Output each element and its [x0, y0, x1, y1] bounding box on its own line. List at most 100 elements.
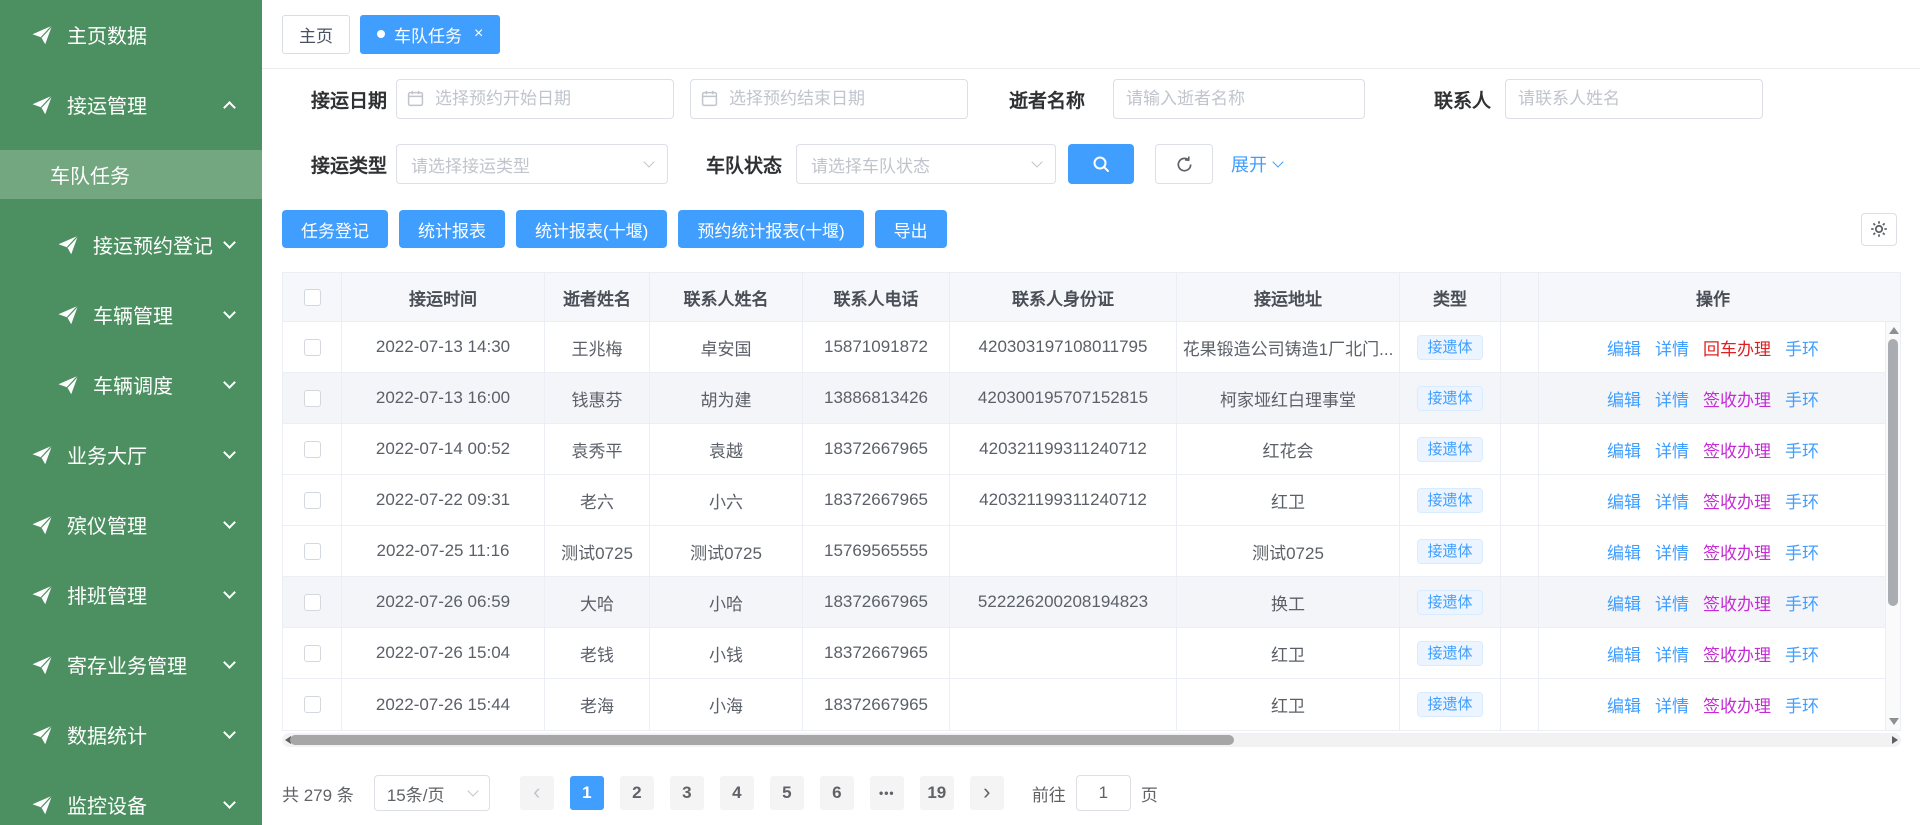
detail-link[interactable]: 详情: [1655, 386, 1689, 411]
toolbar-button[interactable]: 任务登记: [282, 210, 388, 248]
sidebar-item[interactable]: 排班管理: [0, 570, 262, 619]
toolbar-button[interactable]: 统计报表: [399, 210, 505, 248]
sidebar-item[interactable]: 主页数据: [0, 10, 262, 59]
detail-link[interactable]: 详情: [1655, 692, 1689, 717]
page-button[interactable]: 4: [720, 776, 754, 810]
sidebar-item[interactable]: 监控设备: [0, 780, 262, 825]
row-checkbox[interactable]: [304, 696, 321, 713]
edit-link[interactable]: 编辑: [1607, 335, 1641, 360]
row-checkbox[interactable]: [304, 594, 321, 611]
row-checkbox[interactable]: [304, 645, 321, 662]
detail-link[interactable]: 详情: [1655, 590, 1689, 615]
cell-pickup-time: 2022-07-26 15:44: [342, 679, 545, 730]
tab-home[interactable]: 主页: [282, 15, 350, 54]
process-link[interactable]: 签收办理: [1703, 692, 1771, 717]
cell-pickup-address: 红卫: [1177, 628, 1400, 678]
wristband-link[interactable]: 手环: [1785, 590, 1819, 615]
page-button[interactable]: 3: [670, 776, 704, 810]
page-button[interactable]: 2: [620, 776, 654, 810]
page-button[interactable]: ›: [970, 776, 1004, 810]
horizontal-scrollbar-thumb[interactable]: [290, 735, 1234, 745]
contact-name-input[interactable]: [1505, 79, 1763, 119]
cell-pickup-time: 2022-07-26 15:04: [342, 628, 545, 678]
tab-fleet-tasks[interactable]: 车队任务 ×: [360, 15, 500, 54]
toolbar-button[interactable]: 统计报表(十堰): [516, 210, 667, 248]
edit-link[interactable]: 编辑: [1607, 641, 1641, 666]
scroll-right-arrow-icon[interactable]: [1892, 736, 1898, 744]
detail-link[interactable]: 详情: [1655, 437, 1689, 462]
process-link[interactable]: 签收办理: [1703, 488, 1771, 513]
row-checkbox[interactable]: [304, 339, 321, 356]
sidebar-item[interactable]: 数据统计: [0, 710, 262, 759]
horizontal-scrollbar[interactable]: [282, 733, 1901, 747]
edit-link[interactable]: 编辑: [1607, 692, 1641, 717]
scroll-up-arrow-icon[interactable]: [1889, 327, 1899, 334]
cell-deceased-name: 大哈: [545, 577, 650, 627]
page-button[interactable]: 1: [570, 776, 604, 810]
process-link[interactable]: 回车办理: [1703, 335, 1771, 360]
wristband-link[interactable]: 手环: [1785, 692, 1819, 717]
page-button[interactable]: ‹: [520, 776, 554, 810]
cell-type: 接遗体: [1400, 526, 1501, 576]
deceased-name-input[interactable]: [1113, 79, 1365, 119]
row-checkbox[interactable]: [304, 543, 321, 560]
vertical-scrollbar[interactable]: [1885, 322, 1900, 730]
sidebar-item[interactable]: 接运管理: [0, 80, 262, 129]
edit-link[interactable]: 编辑: [1607, 488, 1641, 513]
sidebar-item[interactable]: 寄存业务管理: [0, 640, 262, 689]
refresh-button[interactable]: [1155, 144, 1213, 184]
fleet-status-placeholder: 请选择车队状态: [811, 152, 930, 177]
vertical-scrollbar-thumb[interactable]: [1888, 339, 1898, 606]
wristband-link[interactable]: 手环: [1785, 488, 1819, 513]
close-icon[interactable]: ×: [474, 26, 483, 42]
edit-link[interactable]: 编辑: [1607, 386, 1641, 411]
search-button[interactable]: [1068, 144, 1134, 184]
sidebar-item[interactable]: 接运预约登记: [0, 220, 262, 269]
toolbar-button[interactable]: 导出: [875, 210, 947, 248]
detail-link[interactable]: 详情: [1655, 641, 1689, 666]
expand-link[interactable]: 展开: [1231, 151, 1282, 177]
scroll-down-arrow-icon[interactable]: [1889, 718, 1899, 725]
fleet-status-select[interactable]: 请选择车队状态: [796, 144, 1056, 184]
sidebar-item[interactable]: 车辆调度: [0, 360, 262, 409]
goto-page-input[interactable]: [1076, 775, 1131, 811]
process-link[interactable]: 签收办理: [1703, 590, 1771, 615]
wristband-link[interactable]: 手环: [1785, 641, 1819, 666]
page-button[interactable]: 19: [920, 776, 954, 810]
sidebar-item[interactable]: 殡仪管理: [0, 500, 262, 549]
sidebar-item[interactable]: 车辆管理: [0, 290, 262, 339]
page-button[interactable]: •••: [870, 776, 904, 810]
sidebar-item[interactable]: 业务大厅: [0, 430, 262, 479]
detail-link[interactable]: 详情: [1655, 335, 1689, 360]
cell-contact-idcard: 420300195707152815: [950, 373, 1177, 423]
edit-link[interactable]: 编辑: [1607, 590, 1641, 615]
edit-link[interactable]: 编辑: [1607, 539, 1641, 564]
detail-link[interactable]: 详情: [1655, 488, 1689, 513]
process-link[interactable]: 签收办理: [1703, 437, 1771, 462]
cell-contact-phone: 18372667965: [803, 679, 950, 730]
wristband-link[interactable]: 手环: [1785, 386, 1819, 411]
pickup-type-select[interactable]: 请选择接运类型: [396, 144, 668, 184]
chevron-icon: [223, 306, 236, 319]
page-button[interactable]: 6: [820, 776, 854, 810]
select-all-checkbox[interactable]: [304, 289, 321, 306]
date-end-input[interactable]: [690, 79, 968, 119]
date-start-input[interactable]: [396, 79, 674, 119]
edit-link[interactable]: 编辑: [1607, 437, 1641, 462]
column-settings-button[interactable]: [1861, 213, 1897, 246]
wristband-link[interactable]: 手环: [1785, 539, 1819, 564]
row-checkbox[interactable]: [304, 492, 321, 509]
page-button[interactable]: 5: [770, 776, 804, 810]
process-link[interactable]: 签收办理: [1703, 539, 1771, 564]
cell-type: 接遗体: [1400, 475, 1501, 525]
process-link[interactable]: 签收办理: [1703, 641, 1771, 666]
page-size-select[interactable]: 15条/页: [374, 775, 490, 811]
sidebar-item[interactable]: 车队任务: [0, 150, 262, 199]
row-checkbox[interactable]: [304, 390, 321, 407]
wristband-link[interactable]: 手环: [1785, 437, 1819, 462]
wristband-link[interactable]: 手环: [1785, 335, 1819, 360]
toolbar-button[interactable]: 预约统计报表(十堰): [678, 210, 863, 248]
detail-link[interactable]: 详情: [1655, 539, 1689, 564]
process-link[interactable]: 签收办理: [1703, 386, 1771, 411]
row-checkbox[interactable]: [304, 441, 321, 458]
